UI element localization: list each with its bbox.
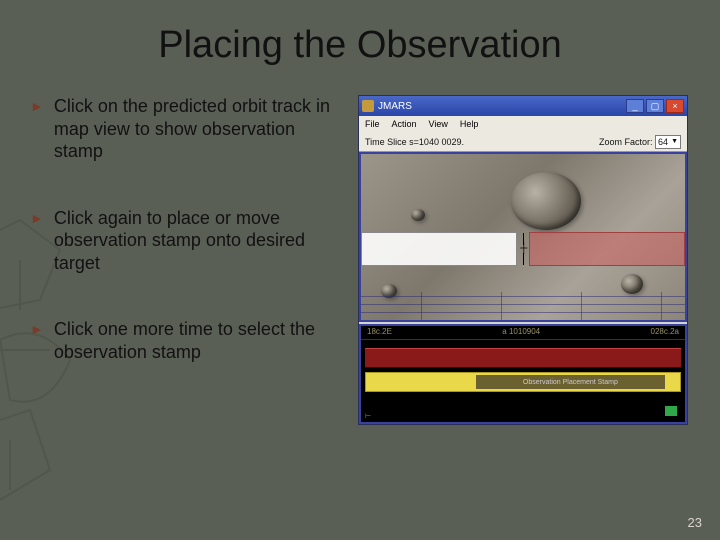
menu-help[interactable]: Help [460, 119, 479, 129]
timeline-track-red[interactable] [365, 348, 681, 368]
minimize-button[interactable]: _ [626, 99, 644, 113]
map-view[interactable]: ┼ [359, 152, 687, 322]
crater-feature [411, 209, 425, 221]
timeline-ruler: 18c.2E a 1010904 028c.2a [361, 326, 685, 340]
orbit-track-line [421, 292, 422, 320]
toolbar: Time Slice s=1040 0029. Zoom Factor: 64 … [359, 132, 687, 152]
timeline-panel[interactable]: 18c.2E a 1010904 028c.2a Observation Pla… [359, 324, 687, 424]
timeline-bottom-tick: ⊢ [365, 412, 371, 420]
orbit-track-line [361, 296, 685, 297]
menubar: File Action View Help [359, 116, 687, 132]
bullet-item: ► Click on the predicted orbit track in … [30, 95, 340, 163]
bullet-text: Click on the predicted orbit track in ma… [54, 95, 340, 163]
orbit-track-line [361, 312, 685, 313]
bullet-arrow-icon: ► [30, 95, 44, 163]
orbit-track-line [581, 292, 582, 320]
bullet-arrow-icon: ► [30, 318, 44, 363]
observation-stamp[interactable]: ┼ [361, 232, 685, 266]
crater-feature [511, 172, 581, 230]
bullet-arrow-icon: ► [30, 207, 44, 275]
orbit-track-line [361, 304, 685, 305]
timeline-track-yellow[interactable]: Observation Placement Stamp [365, 372, 681, 392]
chevron-down-icon: ▼ [671, 138, 678, 145]
timeline-footer-label: Observation Placement Stamp [476, 375, 666, 389]
app-window: JMARS _ ▢ × File Action View Help Time S… [358, 95, 688, 425]
menu-view[interactable]: View [429, 119, 448, 129]
bullet-text: Click one more time to select the observ… [54, 318, 340, 363]
bullet-text: Click again to place or move observation… [54, 207, 340, 275]
page-number: 23 [688, 515, 702, 530]
bullet-item: ► Click one more time to select the obse… [30, 318, 340, 363]
stamp-right-region [529, 232, 685, 266]
crater-feature [621, 274, 643, 294]
orbit-track-line [501, 292, 502, 320]
app-icon [362, 100, 374, 112]
bullet-list: ► Click on the predicted orbit track in … [30, 95, 340, 363]
slide-title: Placing the Observation [30, 24, 690, 67]
zoom-label: Zoom Factor: [599, 137, 653, 147]
close-button[interactable]: × [666, 99, 684, 113]
bullet-item: ► Click again to place or move observati… [30, 207, 340, 275]
app-title: JMARS [378, 101, 622, 112]
zoom-control: Zoom Factor: 64 ▼ [599, 135, 681, 149]
ruler-tick: 028c.2a [651, 327, 679, 338]
stamp-left-region [361, 232, 517, 266]
zoom-select[interactable]: 64 ▼ [655, 135, 681, 149]
maximize-button[interactable]: ▢ [646, 99, 664, 113]
time-slice-label: Time Slice s=1040 0029. [365, 137, 464, 147]
menu-file[interactable]: File [365, 119, 380, 129]
menu-action[interactable]: Action [392, 119, 417, 129]
timeline-green-marker [665, 406, 677, 416]
ruler-tick: 18c.2E [367, 327, 392, 338]
orbit-track-line [661, 292, 662, 320]
target-crosshair-icon: ┼ [520, 232, 528, 266]
titlebar: JMARS _ ▢ × [359, 96, 687, 116]
zoom-value: 64 [658, 137, 668, 147]
ruler-tick: a 1010904 [502, 327, 540, 338]
